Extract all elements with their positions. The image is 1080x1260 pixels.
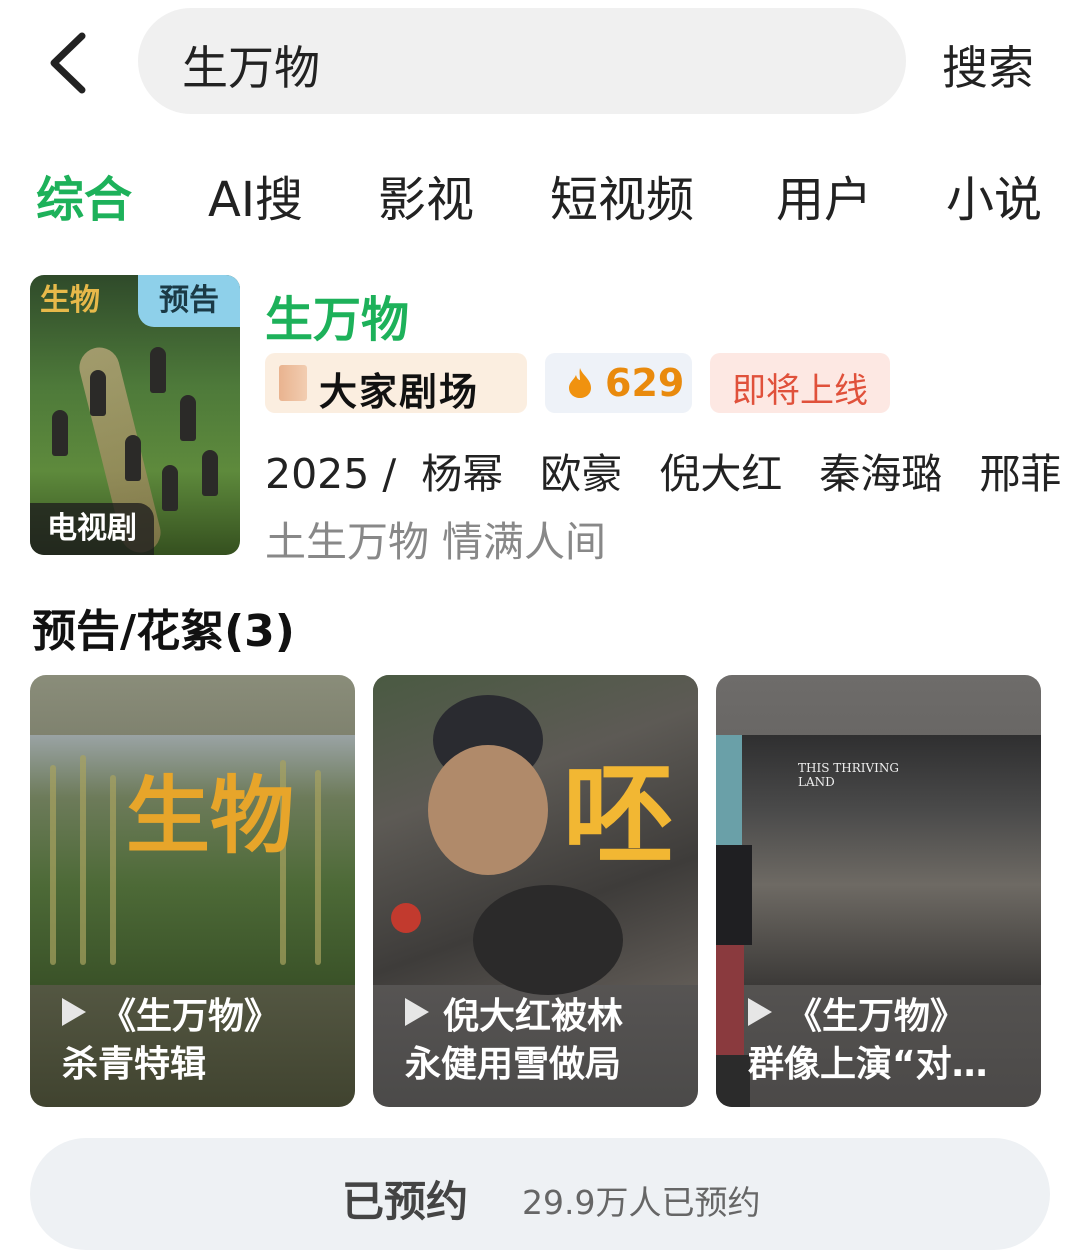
video-title-line1: 倪大红被林 [443, 996, 624, 1037]
wheat-stalk [315, 770, 321, 965]
theatre-label: 大家剧场 [319, 369, 480, 414]
poster-figure [202, 450, 218, 496]
thumb-figure [716, 1055, 750, 1107]
status-badge: 即将上线 [710, 353, 890, 413]
play-icon [62, 998, 86, 1026]
show-tagline: 土生万物 情满人间 [265, 518, 607, 566]
video-title-line1: 《生万物》 [100, 996, 281, 1037]
show-title[interactable]: 生万物 [265, 280, 409, 350]
tab-short-video[interactable]: 短视频 [550, 160, 694, 230]
cast-member[interactable]: 欧豪 [540, 450, 622, 498]
video-thumbnail: THIS THRIVING LAND [716, 735, 1041, 1107]
video-card[interactable]: THIS THRIVING LAND 《生万物》 群像上演“对… [716, 675, 1041, 1107]
wheat-stalk [50, 765, 56, 965]
thumb-ornament [391, 903, 421, 933]
video-title-line2: 群像上演“对… [748, 1044, 988, 1085]
poster-figure [52, 410, 68, 456]
show-poster[interactable]: 生物 预告 电视剧 [30, 275, 240, 555]
search-query: 生万物 [182, 41, 320, 95]
video-thumbnail: 呸 [373, 675, 698, 995]
section-title[interactable]: 预告/花絮(3) [32, 595, 295, 659]
search-button[interactable]: 搜索 [942, 32, 1034, 98]
heat-tag: 629 [545, 353, 692, 413]
cast-member[interactable]: 秦海璐 [819, 450, 942, 498]
tab-ai-search[interactable]: AI搜 [208, 160, 303, 230]
thumb-figure [716, 735, 742, 845]
wheat-stalk [80, 755, 86, 965]
video-thumbnail: 生物 [30, 735, 355, 985]
status-text: 即将上线 [732, 371, 868, 411]
cast-member[interactable]: 邢菲 [979, 450, 1061, 498]
tab-comprehensive[interactable]: 综合 [36, 160, 132, 230]
video-caption: 倪大红被林 永健用雪做局 [405, 993, 675, 1089]
thumb-figure [716, 945, 744, 1055]
poster-figure [125, 435, 141, 481]
poster-figure [180, 395, 196, 441]
heat-value: 629 [605, 361, 685, 405]
trailer-badge: 预告 [138, 275, 240, 327]
reserve-count: 29.9万人已预约 [522, 1183, 761, 1222]
tab-users[interactable]: 用户 [776, 160, 872, 230]
back-arrow-icon [50, 32, 86, 94]
play-icon [748, 998, 772, 1026]
cast-member[interactable]: 倪大红 [659, 450, 782, 498]
thumb-figure [716, 845, 752, 945]
category-tabs: 综合 AI搜 影视 短视频 用户 小说 [0, 150, 1080, 230]
thumb-title-art: THIS THRIVING LAND [798, 761, 899, 789]
poster-figure [150, 347, 166, 393]
show-meta: 2025 / 杨幂 欧豪 倪大红 秦海璐 邢菲 [265, 440, 1061, 500]
thumb-title-art: 呸 [563, 750, 673, 879]
video-caption: 《生万物》 杀青特辑 [62, 993, 332, 1089]
reserve-label: 已预约 [342, 1177, 469, 1226]
poster-logo: 生物 [40, 283, 100, 318]
thumb-hat [473, 885, 623, 995]
poster-figure [162, 465, 178, 511]
theatre-tag[interactable]: 大家剧场 [265, 353, 527, 414]
reserve-button[interactable]: 已预约 29.9万人已预约 [30, 1138, 1050, 1250]
back-button[interactable] [40, 28, 100, 98]
thumb-title-art: 生物 [126, 766, 295, 865]
video-caption: 《生万物》 群像上演“对… [748, 993, 1018, 1089]
video-card[interactable]: 生物 《生万物》 杀青特辑 [30, 675, 355, 1107]
theatre-book-icon [279, 365, 307, 401]
video-title-line1: 《生万物》 [786, 996, 967, 1037]
wheat-stalk [110, 775, 116, 965]
video-card[interactable]: 呸 倪大红被林 永健用雪做局 [373, 675, 698, 1107]
tab-novels[interactable]: 小说 [946, 160, 1042, 230]
poster-figure [90, 370, 106, 416]
release-year: 2025 / [265, 450, 397, 498]
tv-series-badge: 电视剧 [30, 503, 154, 555]
search-input[interactable]: 生万物 [138, 8, 906, 114]
thumb-face [428, 745, 548, 875]
search-header: 生万物 搜索 [0, 0, 1080, 125]
cast-list: 杨幂 欧豪 倪大红 秦海璐 邢菲 [413, 450, 1061, 498]
cast-member[interactable]: 杨幂 [421, 450, 503, 498]
video-title-line2: 杀青特辑 [62, 1044, 207, 1085]
tab-film-tv[interactable]: 影视 [378, 160, 474, 230]
fire-icon [569, 368, 591, 398]
play-icon [405, 998, 429, 1026]
video-title-line2: 永健用雪做局 [405, 1044, 622, 1085]
